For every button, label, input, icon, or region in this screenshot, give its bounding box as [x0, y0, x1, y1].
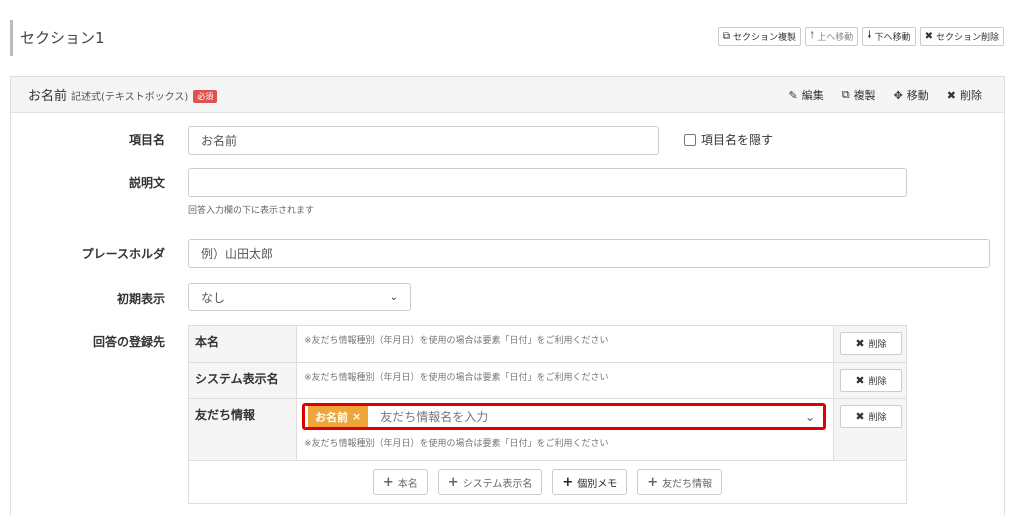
description-label: 説明文: [128, 176, 165, 190]
checkbox[interactable]: [684, 133, 696, 146]
close-icon: ✖: [946, 88, 956, 102]
move-icon: ✥: [893, 88, 903, 102]
hide-name-label: 項目名を隠す: [701, 133, 774, 147]
section-header: セクション1 ⧉ セクション複製 🠕 上へ移動 🠗 下へ移動 ✖ セクション削除: [0, 0, 1024, 60]
move-up-button[interactable]: 🠕 上へ移動: [804, 27, 859, 46]
row-value: お名前 × 友だち情報名を入力 ⌄ ※友だち情報種別（年月日）を使用の場合は要素…: [298, 399, 833, 460]
row-note: ※友だち情報種別（年月日）を使用の場合は要素「日付」をご利用ください: [304, 439, 609, 449]
hide-name-checkbox[interactable]: 項目名を隠す: [684, 131, 773, 148]
tag-remove-icon[interactable]: ×: [352, 410, 361, 423]
chevron-down-icon[interactable]: ⌄: [805, 410, 815, 424]
delete-label: 削除: [960, 89, 982, 102]
table-row: 本名 ※友だち情報種別（年月日）を使用の場合は要素「日付」をご利用ください ✖ 削…: [189, 326, 906, 363]
required-badge: 必須: [193, 90, 218, 103]
item-actions: ✎ 編集 ⧉ 複製 ✥ 移動 ✖ 削除: [788, 87, 982, 103]
move-label: 移動: [906, 89, 929, 102]
initial-display-select[interactable]: なし ⌄: [188, 283, 411, 311]
section-actions: ⧉ セクション複製 🠕 上へ移動 🠗 下へ移動 ✖ セクション削除: [717, 27, 1004, 46]
chevron-down-icon: ⌄: [389, 291, 398, 303]
add-memo-label: 個別メモ: [577, 478, 618, 490]
initial-display-label: 初期表示: [116, 292, 165, 306]
friend-info-input-placeholder[interactable]: 友だち情報名を入力: [380, 408, 805, 425]
item-card-header: お名前 記述式(テキストボックス) 必須 ✎ 編集 ⧉ 複製 ✥ 移動 ✖ 削除: [11, 77, 1004, 113]
edit-button[interactable]: ✎ 編集: [788, 87, 823, 103]
plus-icon: +: [447, 474, 459, 490]
table-row: 友だち情報 お名前 × 友だち情報名を入力 ⌄ ※友だち情報種別（年月日）を使用…: [189, 399, 906, 461]
row-key: 友だち情報: [189, 399, 297, 460]
row-note: ※友だち情報種別（年月日）を使用の場合は要素「日付」をご利用ください: [304, 373, 609, 383]
move-up-label: 上へ移動: [817, 33, 854, 43]
move-down-button[interactable]: 🠗 下へ移動: [862, 27, 916, 46]
add-system-name-label: システム表示名: [462, 478, 533, 490]
selected-tag: お名前 ×: [308, 406, 369, 427]
delete-label: 削除: [868, 340, 887, 350]
arrow-down-icon: 🠗: [867, 30, 872, 41]
close-icon: ✖: [855, 410, 865, 423]
delete-button[interactable]: ✖ 削除: [947, 87, 982, 103]
delete-section-button[interactable]: ✖ セクション削除: [919, 27, 1004, 46]
item-title: お名前 記述式(テキストボックス) 必須: [28, 85, 218, 104]
section-marker: [10, 20, 13, 56]
delete-label: 削除: [868, 413, 887, 423]
row-key: システム表示名: [189, 363, 297, 398]
row-actions: ✖ 削除: [833, 326, 906, 362]
description-input[interactable]: [188, 168, 907, 197]
placeholder-label: プレースホルダ: [81, 247, 165, 261]
row-actions: ✖ 削除: [833, 399, 906, 460]
friend-info-tag-input[interactable]: お名前 × 友だち情報名を入力 ⌄: [302, 403, 826, 430]
add-friend-info-label: 友だち情報: [662, 478, 713, 490]
close-icon: ✖: [855, 374, 865, 387]
add-real-name-button[interactable]: + 本名: [372, 469, 428, 495]
description-help: 回答入力欄の下に表示されます: [188, 206, 315, 216]
move-button[interactable]: ✥ 移動: [894, 87, 929, 103]
pencil-icon: ✎: [788, 88, 798, 102]
arrow-up-icon: 🠕: [809, 30, 815, 41]
item-title-text: お名前: [28, 89, 68, 104]
move-down-label: 下へ移動: [874, 33, 911, 43]
row-key: 本名: [189, 326, 297, 362]
name-label: 項目名: [128, 133, 165, 147]
plus-icon: +: [647, 474, 659, 490]
duplicate-section-button[interactable]: ⧉ セクション複製: [717, 27, 801, 46]
delete-section-label: セクション削除: [935, 33, 999, 43]
add-friend-info-button[interactable]: + 友だち情報: [637, 469, 723, 495]
section-title: セクション1: [20, 29, 105, 47]
placeholder-input[interactable]: 例）山田太郎: [188, 239, 990, 268]
delete-row-button[interactable]: ✖ 削除: [840, 332, 902, 355]
destination-label: 回答の登録先: [92, 335, 165, 349]
row-actions: ✖ 削除: [833, 363, 906, 398]
duplicate-button[interactable]: ⧉ 複製: [842, 87, 876, 103]
item-type: 記述式(テキストボックス): [71, 92, 189, 103]
name-input[interactable]: お名前: [188, 126, 659, 155]
delete-row-button[interactable]: ✖ 削除: [840, 405, 902, 428]
edit-label: 編集: [801, 89, 824, 102]
initial-display-value: なし: [201, 290, 226, 305]
duplicate-section-label: セクション複製: [732, 33, 796, 43]
add-destination-buttons: + 本名 + システム表示名 + 個別メモ + 友だち情報: [189, 469, 906, 495]
delete-label: 削除: [868, 377, 887, 387]
plus-icon: +: [382, 474, 394, 490]
duplicate-label: 複製: [853, 89, 876, 102]
plus-icon: +: [562, 474, 574, 490]
close-icon: ✖: [855, 337, 865, 350]
copy-icon: ⧉: [841, 88, 850, 101]
table-row: システム表示名 ※友だち情報種別（年月日）を使用の場合は要素「日付」をご利用くだ…: [189, 363, 906, 399]
copy-icon: ⧉: [722, 31, 730, 42]
add-system-name-button[interactable]: + システム表示名: [437, 469, 543, 495]
close-icon: ✖: [924, 31, 933, 42]
add-memo-button[interactable]: + 個別メモ: [552, 469, 628, 495]
add-real-name-label: 本名: [397, 478, 418, 490]
delete-row-button[interactable]: ✖ 削除: [840, 369, 902, 392]
destination-table: 本名 ※友だち情報種別（年月日）を使用の場合は要素「日付」をご利用ください ✖ 削…: [188, 325, 907, 504]
tag-label: お名前: [315, 410, 348, 424]
row-note: ※友だち情報種別（年月日）を使用の場合は要素「日付」をご利用ください: [304, 336, 609, 346]
